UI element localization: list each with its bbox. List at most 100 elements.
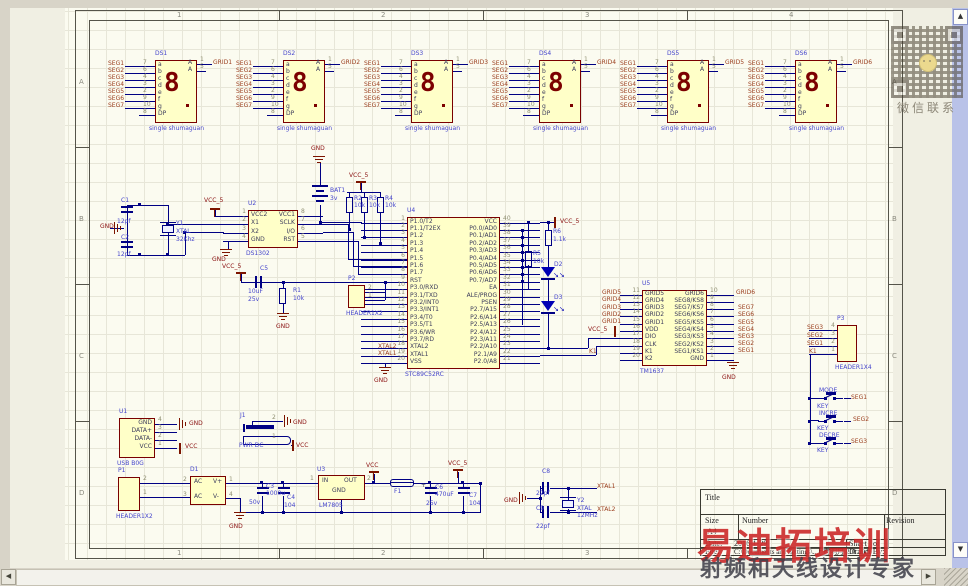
scroll-down-icon: ▼ bbox=[957, 545, 964, 553]
pin-wire bbox=[253, 94, 283, 95]
symbol-part bbox=[729, 365, 737, 366]
ref-des-U4: U4 bbox=[407, 207, 416, 214]
label-pwr: GND bbox=[722, 374, 736, 381]
label-pwr: VCC_5 bbox=[560, 218, 580, 225]
label-ref: C2 bbox=[121, 234, 130, 241]
scroll-left-button[interactable]: ◀ bbox=[1, 569, 16, 585]
symbol-part bbox=[360, 183, 361, 190]
label-pwr: GND bbox=[374, 377, 388, 384]
pin-name: RST bbox=[283, 236, 295, 243]
symbol-part bbox=[383, 373, 387, 374]
pin-wire bbox=[155, 448, 177, 449]
resistor-body bbox=[279, 288, 286, 304]
net-label-SEG7: SEG7 bbox=[620, 102, 637, 109]
pin-number: 2 bbox=[368, 284, 372, 291]
pin-wire bbox=[395, 115, 411, 116]
symbol-part bbox=[461, 481, 464, 484]
scroll-up-button[interactable]: ▲ bbox=[953, 9, 968, 25]
label-ref: BAT1 bbox=[330, 187, 346, 194]
label-net: SEG2 bbox=[853, 416, 870, 423]
pin-wire bbox=[140, 497, 165, 498]
pin-wire bbox=[381, 87, 411, 88]
symbol-part bbox=[560, 497, 576, 498]
pin-name: P0.7/AD7 bbox=[469, 277, 497, 284]
pin-number: 2 bbox=[831, 338, 835, 345]
component-P3[interactable] bbox=[837, 325, 857, 362]
pin-wire bbox=[223, 241, 248, 242]
pin-number: 5 bbox=[456, 63, 460, 70]
ref-des-DS5: DS5 bbox=[667, 50, 680, 57]
symbol-part bbox=[316, 200, 324, 202]
ref-des-P1: P1 bbox=[118, 467, 126, 474]
pin-number: 2 bbox=[158, 432, 162, 439]
symbol-part bbox=[260, 276, 262, 288]
pin-number: 5 bbox=[200, 63, 204, 70]
symbol-part bbox=[179, 443, 181, 454]
pin-name: P0.6/AD6 bbox=[469, 269, 497, 276]
pin-number: 2 bbox=[143, 475, 147, 482]
ref-des-DS2: DS2 bbox=[283, 50, 296, 57]
pin-name: P2.0/A8 bbox=[473, 358, 497, 365]
symbol-part bbox=[114, 222, 115, 234]
wire bbox=[844, 443, 851, 444]
ref-des-DS1: DS1 bbox=[155, 50, 168, 57]
wire bbox=[364, 213, 365, 237]
net-label-SEG7: SEG7 bbox=[748, 102, 765, 109]
wire bbox=[480, 483, 481, 512]
wire bbox=[463, 496, 464, 512]
label-ref: C9 bbox=[536, 505, 545, 512]
wire bbox=[228, 242, 229, 249]
schematic-sheet[interactable]: 11223344AABBCCDD ↘↘↘↘U2DS13021VCC22X13X2… bbox=[65, 8, 946, 560]
label-nm: AC bbox=[194, 478, 203, 485]
editor-canvas[interactable]: 11223344AABBCCDD ↘↘↘↘U2DS13021VCC22X13X2… bbox=[10, 8, 952, 568]
pin-number: 14 bbox=[632, 308, 640, 315]
symbol-part bbox=[808, 397, 811, 400]
symbol-part bbox=[698, 104, 701, 107]
part-type-DS5: single shumaguan bbox=[661, 125, 717, 132]
symbol-part bbox=[160, 235, 176, 236]
label-nm: GND bbox=[332, 487, 346, 494]
symbol-part bbox=[214, 210, 215, 217]
symbol-part bbox=[317, 162, 321, 163]
pin-wire bbox=[637, 80, 667, 81]
label-ref: 1.1k bbox=[553, 236, 567, 243]
symbol-part bbox=[369, 471, 379, 473]
wire bbox=[548, 279, 549, 301]
component-P2[interactable] bbox=[348, 285, 365, 308]
fuse-body bbox=[390, 479, 414, 487]
display-digit: 8 bbox=[676, 68, 692, 98]
label-ref: 22pf bbox=[536, 490, 550, 497]
symbol-part bbox=[479, 482, 482, 485]
pin-wire bbox=[253, 87, 283, 88]
label-nm: + bbox=[421, 482, 427, 489]
part-type-DS2: single shumaguan bbox=[277, 125, 333, 132]
ref-des-P3: P3 bbox=[837, 315, 845, 322]
wire bbox=[240, 512, 481, 513]
label-net: K1 bbox=[809, 348, 817, 355]
label-pwr: VCC_5 bbox=[448, 460, 468, 467]
pin-name: EA bbox=[489, 284, 497, 291]
symbol-part bbox=[240, 274, 241, 281]
symbol-part bbox=[279, 316, 287, 317]
symbol-part bbox=[458, 487, 470, 489]
symbol-part bbox=[281, 319, 285, 320]
wire bbox=[548, 313, 549, 348]
component-P1[interactable] bbox=[118, 477, 140, 511]
scroll-down-button[interactable]: ▼ bbox=[953, 542, 968, 558]
pin-wire bbox=[765, 80, 795, 81]
label-ref: 10k bbox=[385, 202, 397, 209]
part-type-P3: HEADER1X4 bbox=[835, 364, 872, 371]
window-resize-grip[interactable] bbox=[944, 568, 968, 586]
symbol-part bbox=[727, 362, 739, 363]
scroll-right-button[interactable]: ▶ bbox=[921, 569, 936, 585]
pin-wire bbox=[125, 94, 155, 95]
symbol-part bbox=[120, 226, 121, 230]
label-ref: Y1 bbox=[176, 220, 184, 227]
pin-wire bbox=[509, 80, 539, 81]
net-label-SEG7: SEG7 bbox=[492, 102, 509, 109]
pin-number: 21 bbox=[503, 355, 511, 362]
symbol-part bbox=[731, 368, 735, 369]
label-ref: 10k bbox=[293, 295, 305, 302]
net-label-GRID4: GRID4 bbox=[597, 59, 617, 66]
symbol-part bbox=[525, 496, 526, 500]
